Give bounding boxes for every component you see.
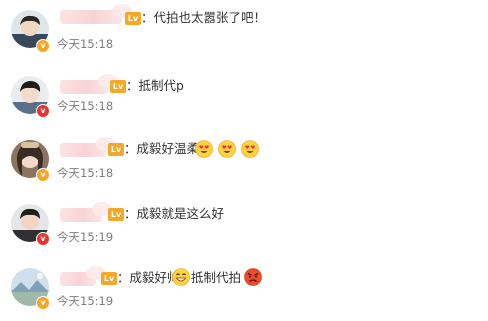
comment-time: 今天15:19 [57, 294, 114, 308]
level-badge: Lv [108, 143, 124, 156]
username-redacted[interactable] [60, 4, 132, 24]
comment-time: 今天15:18 [57, 99, 114, 113]
comment-text: 抵制代拍 [191, 270, 242, 285]
username-redacted[interactable] [60, 137, 116, 157]
comment-time: 今天15:18 [57, 166, 114, 180]
comment-text: ：成毅好温柔 [124, 141, 200, 156]
username-redacted[interactable] [60, 202, 112, 222]
comment-time: 今天15:19 [57, 230, 114, 244]
comment-time: 今天15:18 [57, 37, 114, 51]
comment-item: v Lv ：成毅好帅 抵制代拍 今天15:19 [0, 262, 488, 318]
level-badge: Lv [108, 208, 124, 221]
comment-text: ：代拍也太嚣张了吧！ [141, 10, 267, 25]
level-badge: Lv [110, 80, 126, 93]
level-badge: Lv [125, 12, 141, 25]
angry-emoji [244, 268, 262, 286]
verified-badge: v [36, 232, 50, 246]
comment-item: v Lv ：抵制代p 今天15:18 [0, 68, 488, 124]
verified-badge: v [36, 39, 50, 53]
verified-badge: v [36, 296, 50, 310]
comment-text: ：成毅好帅 [117, 270, 180, 285]
grin-emoji [172, 268, 190, 286]
comment-text: ：成毅就是这么好 [124, 206, 225, 221]
verified-badge: v [36, 104, 50, 118]
heart-eyes-emoji [218, 140, 236, 158]
level-badge: Lv [101, 272, 117, 285]
verified-badge: v [36, 168, 50, 182]
comment-text: ：抵制代p [126, 78, 184, 93]
comment-item: v Lv ：成毅好温柔 今天15:18 [0, 134, 488, 190]
heart-eyes-emoji [241, 140, 259, 158]
username-redacted[interactable] [60, 74, 118, 94]
heart-eyes-emoji [195, 140, 213, 158]
username-redacted[interactable] [60, 266, 106, 286]
comment-item: v Lv ：成毅就是这么好 今天15:19 [0, 200, 488, 256]
comment-item: v Lv ：代拍也太嚣张了吧！ 今天15:18 [0, 2, 488, 58]
